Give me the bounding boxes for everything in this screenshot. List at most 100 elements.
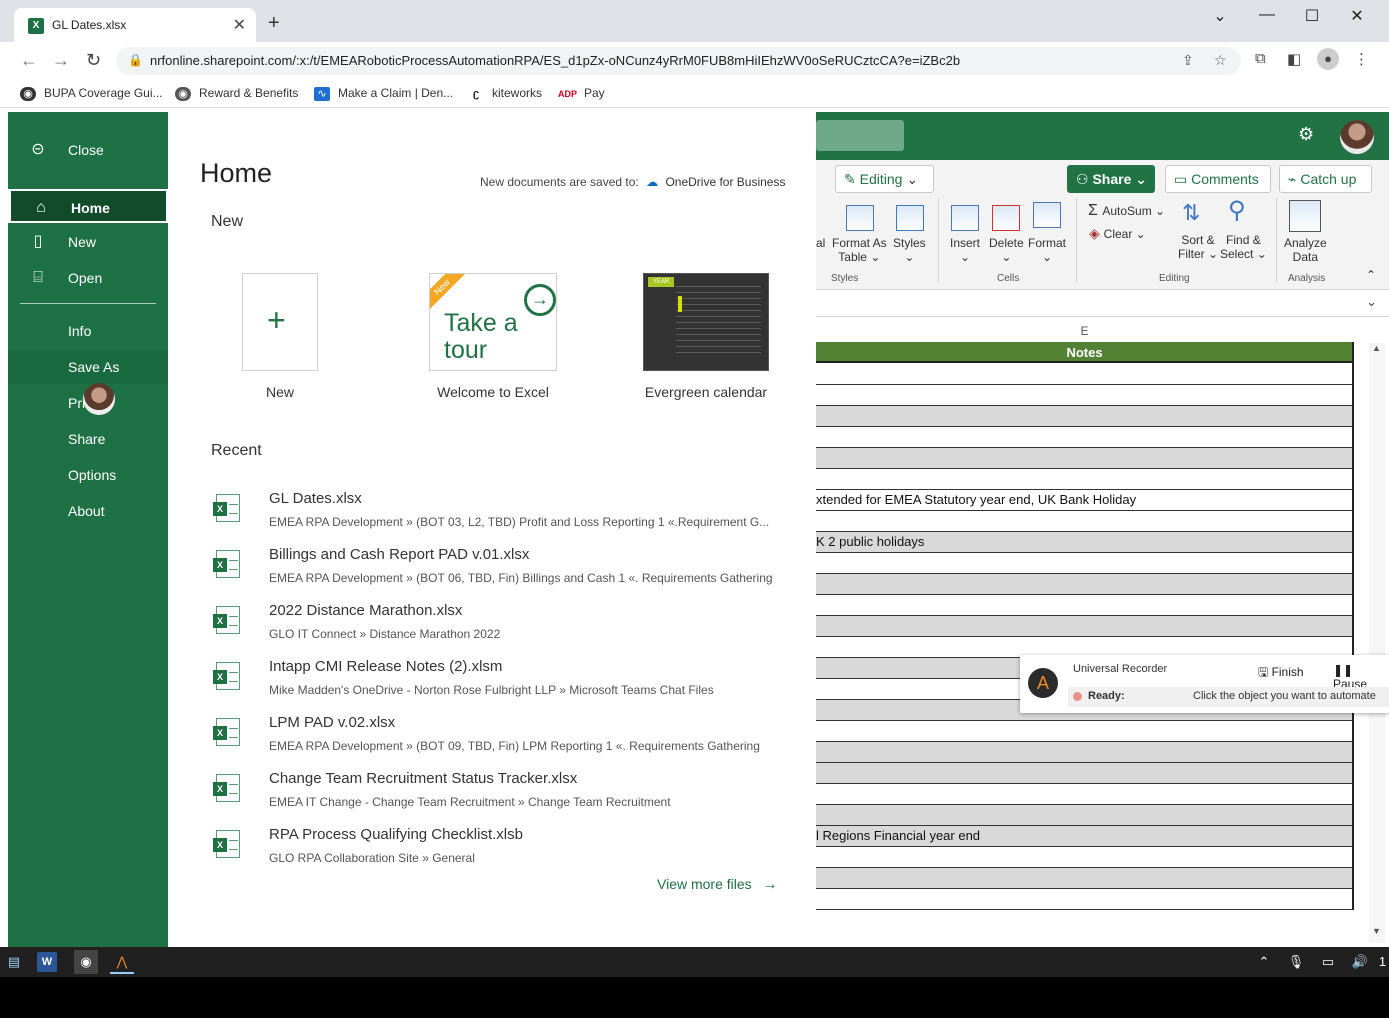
notes-cell[interactable] — [816, 553, 1353, 574]
editing-mode-button[interactable]: ✎ Editing ⌄ — [835, 165, 934, 193]
profile-icon[interactable]: ● — [1317, 48, 1339, 70]
vertical-scrollbar[interactable]: ▲ ▼ — [1369, 343, 1385, 943]
chrome-icon[interactable]: ◉ — [74, 950, 98, 974]
notes-cell[interactable] — [816, 721, 1353, 742]
notes-cell[interactable] — [816, 784, 1353, 805]
expand-formula-chevron-icon[interactable]: ⌄ — [1366, 294, 1377, 310]
notes-cell[interactable]: l Regions Financial year end — [816, 826, 1353, 847]
browser-tab[interactable]: X GL Dates.xlsx ✕ — [14, 8, 256, 42]
notes-cell[interactable] — [816, 763, 1353, 784]
extensions-icon[interactable]: ⧉ — [1255, 50, 1266, 67]
recent-file-item[interactable]: X RPA Process Qualifying Checklist.xlsb GL… — [210, 822, 770, 876]
notes-cell[interactable] — [816, 511, 1353, 532]
evergreen-calendar-card[interactable]: YEAR — [643, 273, 769, 371]
delete-button[interactable]: Delete ⌄ — [989, 236, 1024, 264]
notes-cell[interactable] — [816, 595, 1353, 616]
finish-button[interactable]: 🖫 Finish — [1258, 663, 1304, 684]
share-button[interactable]: ⚇ Share ⌄ — [1067, 165, 1155, 193]
notepad-icon[interactable]: ▤ — [2, 950, 26, 974]
maximize-icon[interactable]: ☐ — [1297, 6, 1327, 26]
notes-cell[interactable] — [816, 889, 1353, 910]
recent-file-item[interactable]: X LPM PAD v.02.xlsx EMEA RPA Development »… — [210, 710, 770, 764]
tray-chevron-up-icon[interactable]: ⌃ — [1252, 950, 1276, 974]
nav-home[interactable]: ⌂ Home — [8, 189, 168, 223]
forward-arrow-icon[interactable]: → — [52, 50, 70, 71]
search-box[interactable] — [816, 120, 904, 151]
nav-close[interactable]: ⊝ Close — [8, 133, 168, 167]
notes-header-cell[interactable]: Notes — [816, 342, 1353, 363]
word-icon[interactable]: W — [37, 952, 57, 972]
close-tab-icon[interactable]: ✕ — [233, 15, 246, 35]
url-field[interactable]: 🔒 nrfonline.sharepoint.com/:x:/t/EMEARob… — [116, 47, 1241, 75]
notes-cell[interactable] — [816, 616, 1353, 637]
notes-cell[interactable] — [816, 427, 1353, 448]
close-window-icon[interactable]: ✕ — [1342, 6, 1372, 26]
recent-file-item[interactable]: X Billings and Cash Report PAD v.01.xlsx E… — [210, 542, 773, 596]
nav-open[interactable]: ⌸ Open — [8, 261, 168, 295]
scroll-down-icon[interactable]: ▼ — [1372, 926, 1381, 936]
nav-share[interactable]: Share — [8, 422, 168, 456]
nav-info[interactable]: Info — [8, 314, 168, 348]
recent-file-item[interactable]: X Change Team Recruitment Status Tracker.… — [210, 766, 770, 820]
reload-icon[interactable]: ↻ — [86, 50, 101, 71]
notes-cell[interactable]: xtended for EMEA Statutory year end, UK … — [816, 490, 1353, 511]
new-tab-icon[interactable]: + — [268, 12, 280, 35]
nav-options[interactable]: Options — [8, 458, 168, 492]
format-as-table-button[interactable]: Format As Table ⌄ — [832, 236, 887, 264]
recent-file-item[interactable]: X GL Dates.xlsx EMEA RPA Development » (BO… — [210, 486, 770, 540]
welcome-to-excel-card[interactable]: New → Take a tour — [429, 273, 557, 371]
find-select-button[interactable]: Find & Select ⌄ — [1220, 233, 1267, 261]
recent-file-item[interactable]: X 2022 Distance Marathon.xlsx GLO IT Conne… — [210, 598, 770, 652]
notes-cell[interactable] — [816, 364, 1353, 385]
catch-up-button[interactable]: ⌁ Catch up — [1279, 165, 1372, 193]
clock-fragment[interactable]: 1 — [1376, 950, 1389, 974]
scroll-up-icon[interactable]: ▲ — [1372, 343, 1381, 353]
notes-cell[interactable] — [816, 574, 1353, 595]
nav-save-as[interactable]: Save As — [8, 350, 168, 384]
user-avatar[interactable] — [1340, 120, 1374, 154]
comments-button[interactable]: ▭ Comments — [1165, 165, 1271, 193]
format-button[interactable]: Format ⌄ — [1028, 236, 1066, 264]
bookmark-item[interactable]: ADP Pay — [558, 86, 605, 101]
side-panel-icon[interactable]: ◧ — [1287, 50, 1301, 68]
bookmark-item[interactable]: ◉ BUPA Coverage Gui... — [20, 86, 163, 101]
view-more-files-link[interactable]: View more files → — [657, 876, 778, 894]
notes-cell[interactable]: K 2 public holidays — [816, 532, 1353, 553]
minimize-icon[interactable]: — — [1252, 6, 1282, 24]
bookmark-item[interactable]: ∿ Make a Claim | Den... — [314, 86, 453, 101]
notes-cell[interactable] — [816, 742, 1353, 763]
nav-about[interactable]: About — [8, 494, 168, 528]
nav-new[interactable]: ▯ New — [8, 225, 168, 259]
insert-button[interactable]: Insert ⌄ — [950, 236, 980, 264]
notes-cell[interactable] — [816, 469, 1353, 490]
notes-cell[interactable] — [816, 847, 1353, 868]
worksheet-grid[interactable]: E Notes xtended for EMEA Statutory year … — [816, 318, 1389, 943]
notes-cell[interactable] — [816, 406, 1353, 427]
bookmark-item[interactable]: ʗ kiteworks — [468, 86, 542, 101]
microphone-icon[interactable]: 🎙 — [1284, 950, 1308, 974]
clear-button[interactable]: ◈ Clear ⌄ — [1089, 225, 1146, 242]
settings-gear-icon[interactable]: ⚙ — [1298, 124, 1314, 145]
battery-icon[interactable]: ▭ — [1316, 950, 1340, 974]
column-header-e[interactable]: E — [816, 323, 1353, 343]
notes-cell[interactable] — [816, 805, 1353, 826]
analyze-data-button[interactable]: Analyze Data — [1284, 236, 1327, 264]
styles-button[interactable]: Styles ⌄ — [893, 236, 926, 264]
save-location-value[interactable]: OneDrive for Business — [665, 175, 785, 189]
menu-kebab-icon[interactable]: ⋮ — [1354, 50, 1369, 68]
volume-icon[interactable]: 🔊 — [1348, 950, 1372, 974]
bookmark-star-icon[interactable]: ☆ — [1214, 52, 1227, 69]
share-page-icon[interactable]: ⇪ — [1182, 52, 1194, 69]
collapse-ribbon-icon[interactable]: ⌃ — [1366, 268, 1376, 282]
formula-bar[interactable]: ⌄ — [816, 291, 1389, 317]
autosum-button[interactable]: Σ AutoSum ⌄ — [1088, 202, 1165, 220]
new-blank-workbook-card[interactable]: + — [242, 273, 318, 371]
back-arrow-icon[interactable]: ← — [20, 50, 38, 71]
notes-cell[interactable] — [816, 868, 1353, 889]
bookmark-item[interactable]: ◉ Reward & Benefits — [175, 86, 298, 101]
notes-cell[interactable] — [816, 385, 1353, 406]
notes-cell[interactable] — [816, 448, 1353, 469]
sort-filter-button[interactable]: Sort & Filter ⌄ — [1178, 233, 1218, 261]
automation-anywhere-icon[interactable]: ⋀ — [110, 950, 134, 974]
recent-file-item[interactable]: X Intapp CMI Release Notes (2).xlsm Mike M… — [210, 654, 770, 708]
